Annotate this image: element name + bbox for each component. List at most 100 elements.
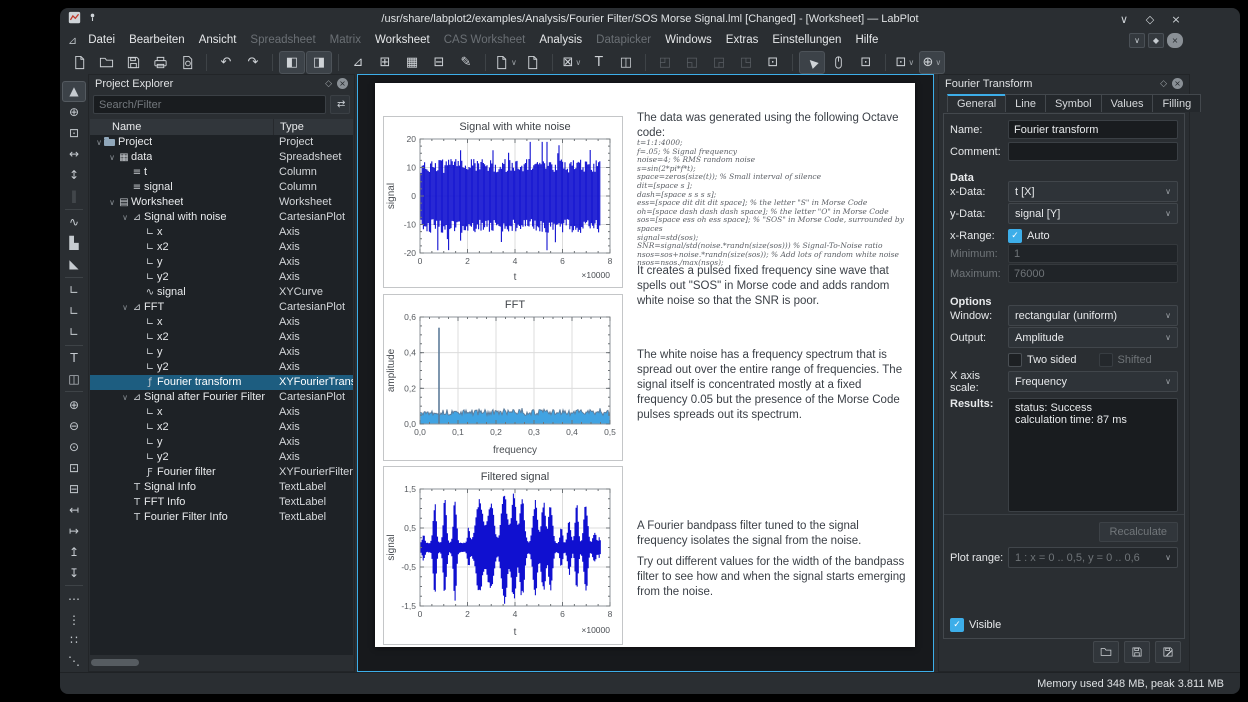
results-box[interactable]: status: Success calculation time: 87 ms [1008,398,1178,512]
menu-worksheet[interactable]: Worksheet [368,32,437,48]
worksheet-subwindow[interactable]: 02468-20-1001020Signal with white noiset… [357,74,934,672]
x-data-select[interactable]: t [X]∨ [1008,181,1178,202]
text-octave-code[interactable]: t=1:1:4000;f=.05; % Signal frequencynois… [637,139,907,268]
minimize-icon[interactable]: ∨ [1116,11,1132,27]
two-sided-checkbox[interactable] [1008,353,1022,367]
redo-button[interactable]: ↷ [240,51,266,74]
tree-item-x[interactable]: ∟xAxis [90,315,353,330]
plot-filtered-signal[interactable]: 024681,50,5-0,5-1,5Filtered signaltsigna… [383,466,623,645]
add-boxplot-button[interactable]: ◣ [62,254,86,275]
tree-item-signal-info[interactable]: TSignal InfoTextLabel [90,480,353,495]
text-filter-hint[interactable]: Try out different values for the width o… [637,555,907,600]
tree-item-signal[interactable]: ≡signalColumn [90,180,353,195]
tree-item-x[interactable]: ∟xAxis [90,405,353,420]
name-input[interactable] [1008,120,1178,139]
y-data-select[interactable]: signal [Y]∨ [1008,203,1178,224]
zoom-fit-all-button[interactable]: ⊟ [62,478,86,499]
menu-extras[interactable]: Extras [719,32,766,48]
tree-item-fourier-transform[interactable]: ƒFourier transformXYFourierTransformCurv… [90,375,353,390]
tree-header[interactable]: Name Type [90,119,353,136]
auto-scale-y-button[interactable]: ⋮ [62,609,86,630]
zoom-x-selection-tool-button[interactable]: ↔ [62,144,86,165]
add-histogram-button[interactable]: ▙ [62,233,86,254]
tree-item-y2[interactable]: ∟y2Axis [90,270,353,285]
x-axis-scale-select[interactable]: Frequency∨ [1008,371,1178,392]
toggle-project-explorer-button[interactable]: ◧ [279,51,305,74]
text-sos-description[interactable]: It creates a pulsed fixed frequency sine… [637,264,907,309]
window-select[interactable]: rectangular (uniform)∨ [1008,305,1178,326]
menu-windows[interactable]: Windows [658,32,719,48]
dock-close-icon[interactable]: × [1172,78,1183,89]
menu-bearbeiten[interactable]: Bearbeiten [122,32,192,48]
tree-item-fourier-filter-info[interactable]: TFourier Filter InfoTextLabel [90,510,353,525]
pin-icon[interactable] [87,12,98,26]
mdi-close-icon[interactable]: × [1167,33,1183,48]
shift-left-x-button[interactable]: ↤ [62,499,86,520]
open-project-button[interactable] [93,51,119,74]
zoom-fit-selection-button[interactable]: ⊡ [62,457,86,478]
select-mode-button[interactable]: ▲ [799,51,825,74]
maximize-icon[interactable]: ◇ [1142,11,1158,27]
tab-line[interactable]: Line [1005,94,1046,112]
visible-checkbox[interactable]: ✓ [950,618,964,632]
shift-up-y-button[interactable]: ↥ [62,541,86,562]
navigate-mode-button[interactable] [826,51,852,74]
undo-button[interactable]: ↶ [213,51,239,74]
shift-down-y-button[interactable]: ↧ [62,562,86,583]
shift-right-x-button[interactable]: ↦ [62,520,86,541]
tab-general[interactable]: General [947,94,1006,112]
tree-item-y[interactable]: ∟yAxis [90,345,353,360]
new-image-button[interactable]: ◫ [613,51,639,74]
new-live-data-button[interactable]: ∨ [492,51,519,74]
tree-item-fft-info[interactable]: TFFT InfoTextLabel [90,495,353,510]
scrollbar-thumb[interactable] [91,659,139,666]
tree-item-y[interactable]: ∟yAxis [90,435,353,450]
text-octave-intro[interactable]: The data was generated using the followi… [637,111,907,141]
tree-item-y2[interactable]: ∟y2Axis [90,450,353,465]
tab-symbol[interactable]: Symbol [1045,94,1102,112]
tree-item-y[interactable]: ∟yAxis [90,255,353,270]
import-file-button[interactable] [520,51,546,74]
search-input[interactable] [93,95,326,114]
save-settings-button[interactable] [1124,641,1150,663]
plot-signal-with-white-noise[interactable]: 02468-20-1001020Signal with white noiset… [383,116,623,288]
save-project-button[interactable] [120,51,146,74]
add-image-button[interactable]: ◫ [62,368,86,389]
expander-icon[interactable]: ∨ [94,135,104,150]
print-preview-button[interactable] [174,51,200,74]
tree-item-x[interactable]: ∟xAxis [90,225,353,240]
auto-scale-all-button[interactable]: ∷ [62,630,86,651]
tree-item-t[interactable]: ≡tColumn [90,165,353,180]
tree-item-fourier-filter[interactable]: ƑFourier filterXYFourierFilterCurve [90,465,353,480]
tree-item-x2[interactable]: ∟x2Axis [90,420,353,435]
text-fft-description[interactable]: The white noise has a frequency spectrum… [637,348,907,423]
expander-icon[interactable]: ∨ [107,195,117,210]
expander-icon[interactable]: ∨ [120,210,130,225]
output-select[interactable]: Amplitude∨ [1008,327,1178,348]
crosshair-tool-button[interactable]: ⊕ [62,102,86,123]
add-xy-curve-button[interactable]: ∿ [62,212,86,233]
dock-float-icon[interactable]: ◇ [325,79,332,89]
tree-item-data[interactable]: ∨▦dataSpreadsheet [90,150,353,165]
edit-layout-button[interactable]: ⊡ [760,51,786,74]
load-settings-button[interactable] [1093,641,1119,663]
select-tool-button[interactable]: ▲ [62,81,86,102]
zoom-in-button[interactable]: ⊕ [62,394,86,415]
tree-item-signal-after-fourier-filter[interactable]: ∨⊿Signal after Fourier FilterCartesianPl… [90,390,353,405]
tree-item-project[interactable]: ∨ProjectProject [90,135,353,150]
new-text-label-button[interactable]: T [586,51,612,74]
text-filter-description[interactable]: A Fourier bandpass filter tuned to the s… [637,519,907,549]
new-plot-button[interactable]: ⊠∨ [559,51,585,74]
new-spreadsheet-button[interactable]: ⊞ [372,51,398,74]
tab-filling[interactable]: Filling [1152,94,1201,112]
expander-icon[interactable]: ∨ [107,150,117,165]
new-project-button[interactable] [66,51,92,74]
save-default-button[interactable] [1155,641,1181,663]
menu-einstellungen[interactable]: Einstellungen [765,32,848,48]
auto-checkbox[interactable]: ✓ [1008,229,1022,243]
tree-item-signal[interactable]: ∿signalXYCurve [90,285,353,300]
dock-float-icon[interactable]: ◇ [1160,79,1167,89]
tree-item-x2[interactable]: ∟x2Axis [90,240,353,255]
add-axis-button[interactable]: ∟ [62,280,86,301]
magnification-button[interactable]: ⊕∨ [919,51,945,74]
